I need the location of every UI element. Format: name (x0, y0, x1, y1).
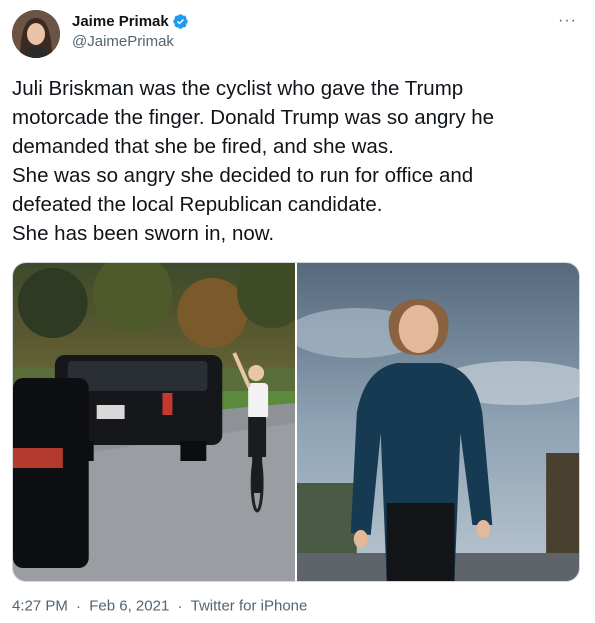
author-handle[interactable]: @JaimePrimak (72, 33, 174, 50)
meta-separator: · (76, 597, 82, 615)
tweet-card: Jaime Primak @JaimePrimak ··· Juli Brisk… (0, 0, 595, 623)
avatar-image (12, 10, 60, 58)
author-name[interactable]: Jaime Primak (72, 13, 169, 30)
tweet-time[interactable]: 4:27 PM (12, 598, 68, 615)
tweet-line: She was so angry she decided to run for … (12, 164, 474, 187)
tweet-text: Juli Briskman was the cyclist who gave t… (12, 74, 582, 248)
avatar[interactable] (12, 10, 60, 58)
meta-separator: · (177, 597, 183, 615)
tweet-line: defeated the local Republican candidate. (12, 193, 383, 216)
photo-portrait[interactable] (297, 263, 579, 581)
author-name-row: Jaime Primak (72, 13, 189, 30)
tweet-meta: 4:27 PM · Feb 6, 2021 · Twitter for iPho… (12, 597, 307, 615)
tweet-media (12, 262, 580, 582)
more-options-icon[interactable]: ··· (558, 12, 577, 30)
tweet-source[interactable]: Twitter for iPhone (191, 598, 308, 615)
tweet-line: motorcade the finger. Donald Trump was s… (12, 106, 495, 129)
verified-badge-icon (172, 13, 189, 30)
tweet-line: She has been sworn in, now. (12, 222, 275, 245)
tweet-line: Juli Briskman was the cyclist who gave t… (12, 77, 464, 100)
tweet-line: demanded that she be fired, and she was. (12, 135, 394, 158)
tweet-date[interactable]: Feb 6, 2021 (89, 598, 169, 615)
photo-cyclist-motorcade[interactable] (13, 263, 295, 581)
